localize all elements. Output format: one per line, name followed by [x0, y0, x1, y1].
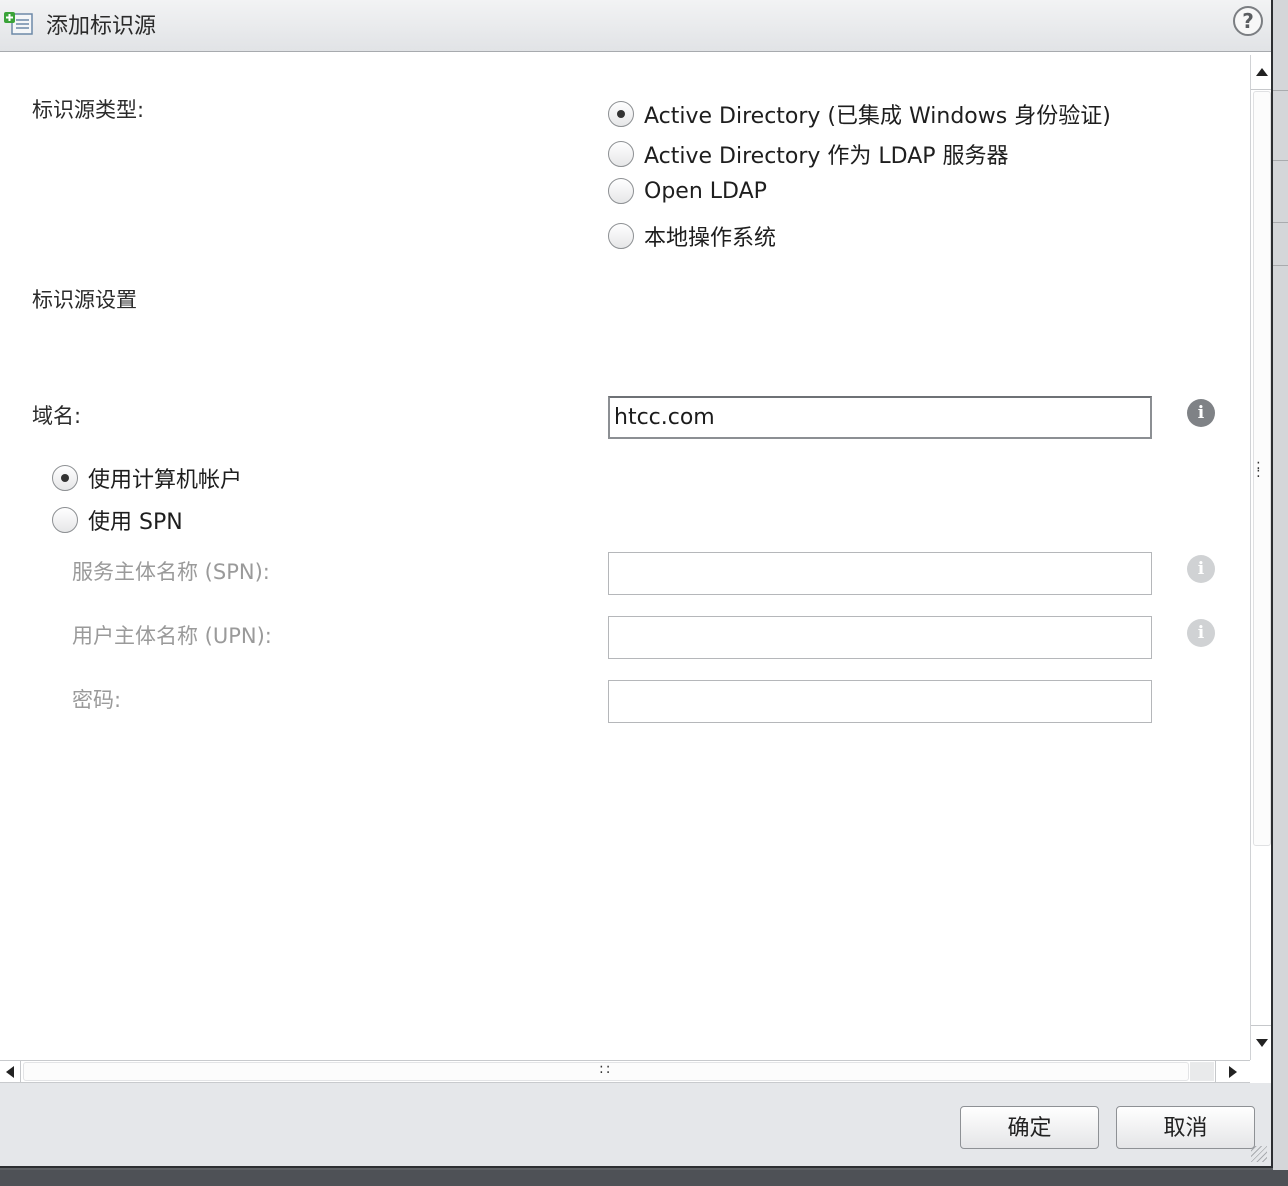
- arrow-down-icon: [1256, 1039, 1268, 1047]
- scroll-down-button[interactable]: [1251, 1025, 1271, 1060]
- spn-input[interactable]: [608, 552, 1152, 595]
- radio-label: Open LDAP: [644, 178, 767, 204]
- grip-icon: : :: [1256, 457, 1263, 481]
- radio-button[interactable]: [608, 223, 634, 249]
- domain-label: 域名:: [32, 404, 82, 428]
- add-identity-source-icon: [4, 12, 33, 35]
- radio-open-ldap[interactable]: Open LDAP: [608, 178, 767, 204]
- radio-button[interactable]: [608, 101, 634, 127]
- upn-label: 用户主体名称 (UPN):: [72, 624, 272, 648]
- source-type-label: 标识源类型:: [32, 98, 145, 122]
- arrow-left-icon: [6, 1065, 14, 1078]
- horizontal-scrollbar[interactable]: ::: [0, 1060, 1250, 1083]
- add-identity-source-dialog: 添加标识源 ? 标识源类型: Active Directory (已集成 Win…: [0, 0, 1273, 1168]
- arrow-up-icon: [1256, 68, 1268, 76]
- radio-button[interactable]: [52, 507, 78, 533]
- domain-input[interactable]: [608, 396, 1152, 439]
- radio-label: 使用计算机帐户: [88, 468, 243, 493]
- vertical-scrollbar[interactable]: : :: [1250, 55, 1271, 1060]
- radio-label: Active Directory (已集成 Windows 身份验证): [644, 104, 1111, 129]
- scroll-left-button[interactable]: [0, 1061, 21, 1082]
- dialog-titlebar: 添加标识源 ?: [0, 0, 1271, 52]
- help-icon[interactable]: ?: [1233, 6, 1263, 36]
- resize-grip-icon[interactable]: [1251, 1146, 1267, 1162]
- radio-button[interactable]: [608, 178, 634, 204]
- password-input[interactable]: [608, 680, 1152, 723]
- grip-icon: ::: [599, 1061, 613, 1077]
- radio-active-directory-iwa[interactable]: Active Directory (已集成 Windows 身份验证): [608, 98, 1111, 130]
- info-icon[interactable]: i: [1187, 619, 1215, 647]
- radio-button[interactable]: [608, 141, 634, 167]
- settings-heading: 标识源设置: [32, 288, 137, 312]
- info-icon[interactable]: i: [1187, 399, 1215, 427]
- arrow-right-icon: [1229, 1065, 1237, 1078]
- radio-label: 使用 SPN: [88, 510, 183, 535]
- scroll-track: [1190, 1062, 1214, 1081]
- dialog-title: 添加标识源: [46, 14, 157, 39]
- password-label: 密码:: [72, 688, 122, 712]
- ok-button[interactable]: 确定: [960, 1106, 1099, 1149]
- background-window-strip: [1273, 0, 1288, 1186]
- radio-label: 本地操作系统: [644, 226, 777, 251]
- radio-active-directory-ldap[interactable]: Active Directory 作为 LDAP 服务器: [608, 138, 1009, 170]
- radio-label: Active Directory 作为 LDAP 服务器: [644, 144, 1009, 169]
- radio-local-os[interactable]: 本地操作系统: [608, 220, 776, 252]
- scroll-right-button[interactable]: [1215, 1061, 1250, 1082]
- dialog-footer: 确定 取消: [0, 1083, 1271, 1166]
- radio-use-machine-account[interactable]: 使用计算机帐户: [52, 462, 242, 494]
- dialog-content: 标识源类型: Active Directory (已集成 Windows 身份验…: [0, 53, 1250, 1060]
- radio-button[interactable]: [52, 465, 78, 491]
- spn-label: 服务主体名称 (SPN):: [72, 560, 270, 584]
- cancel-button[interactable]: 取消: [1116, 1106, 1255, 1149]
- info-icon[interactable]: i: [1187, 555, 1215, 583]
- background-window-bottom: [0, 1170, 1288, 1186]
- radio-use-spn[interactable]: 使用 SPN: [52, 504, 183, 536]
- scroll-up-button[interactable]: [1251, 55, 1271, 90]
- upn-input[interactable]: [608, 616, 1152, 659]
